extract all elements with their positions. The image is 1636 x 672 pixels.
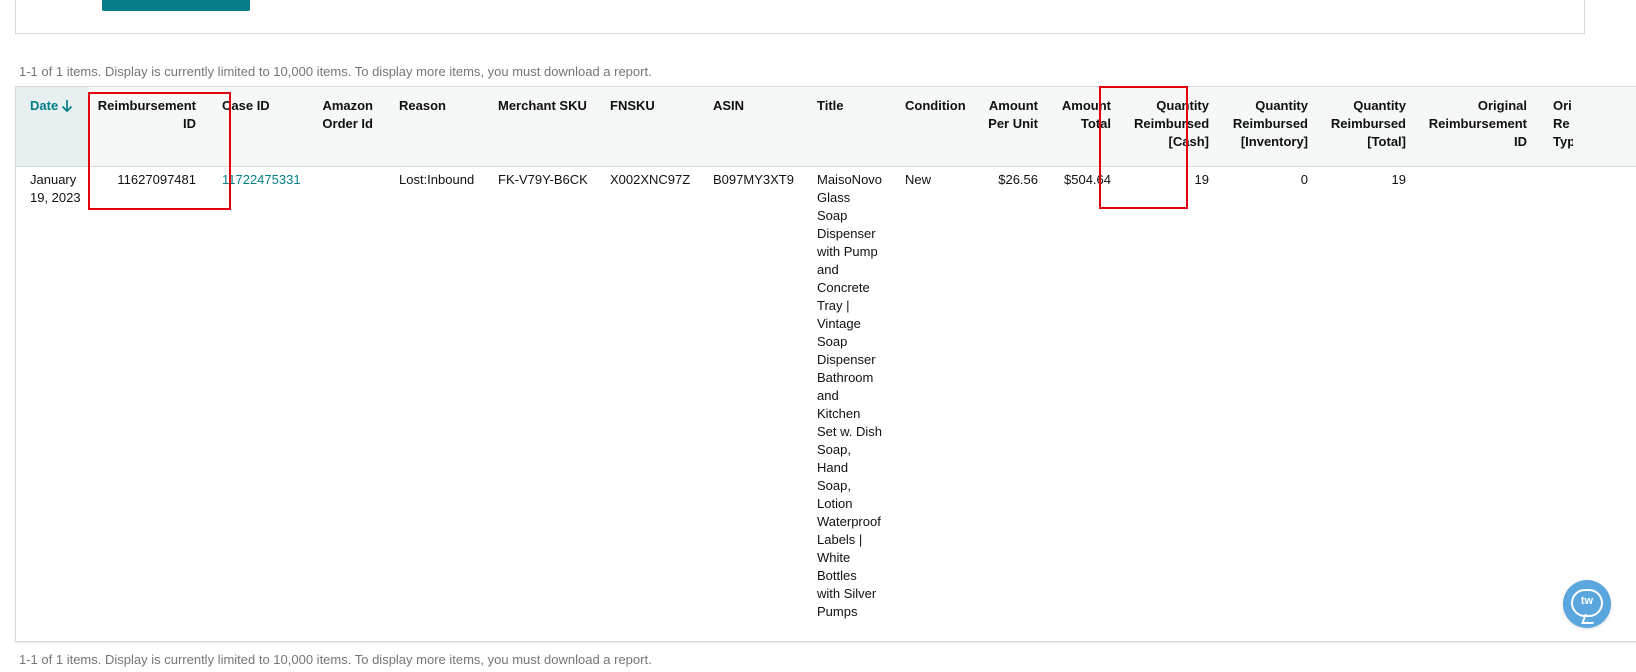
chat-bubble-tail [1581,614,1597,624]
column-header-fnsku[interactable]: FNSKU [610,97,655,115]
column-header-date[interactable]: Date [30,97,74,115]
panel-action-button[interactable] [102,0,250,11]
cell-quantity-reimbursed-total: 19 [1391,172,1406,187]
highlight-box-reimbursement-id [88,92,231,210]
column-header-date-label: Date [30,98,59,113]
cell-condition: New [905,172,932,187]
column-header-quantity-reimbursed-inventory[interactable]: Quantity Reimbursed [Inventory] [1226,97,1308,151]
cell-date: January 19, 2023 [30,172,81,205]
column-header-amount-per-unit[interactable]: Amount Per Unit [981,97,1038,133]
column-header-amazon-order-id[interactable]: Amazon Order Id [316,97,373,133]
column-header-reason[interactable]: Reason [399,97,446,115]
case-id-link[interactable]: 11722475331 [222,171,301,189]
column-header-merchant-sku[interactable]: Merchant SKU [498,97,587,115]
cell-reason: Lost:Inbound [399,172,475,187]
results-summary-top: 1-1 of 1 items. Display is currently lim… [19,64,652,79]
cell-quantity-reimbursed-inventory: 0 [1300,172,1308,187]
column-header-original-reimbursement-id[interactable]: Original Reimbursement ID [1426,97,1527,151]
column-header-case-id[interactable]: Case ID [222,97,292,115]
column-header-title[interactable]: Title [817,97,844,115]
previous-panel [15,0,1585,34]
cell-fnsku: X002XNC97Z [610,172,691,187]
arrow-down-icon [62,100,73,113]
column-header-condition[interactable]: Condition [905,97,966,115]
column-header-original-reimbursement-type[interactable]: Ori Re Typ [1553,97,1573,151]
cell-title: MaisoNovo Glass Soap Dispenser with Pump… [817,172,883,619]
chat-bubble-icon[interactable]: tw [1563,580,1611,628]
reimbursements-table: Date Reimbursement ID Case ID Amazon Ord… [15,86,1636,642]
column-header-asin[interactable]: ASIN [713,97,744,115]
chat-widget-text: tw [1580,595,1594,607]
cell-merchant-sku: FK-V79Y-B6CK [498,172,588,187]
results-summary-bottom: 1-1 of 1 items. Display is currently lim… [19,652,652,667]
highlight-box-amount-total [1099,86,1188,209]
cell-amount-per-unit: $26.56 [998,172,1038,187]
cell-asin: B097MY3XT9 [713,172,794,187]
column-header-quantity-reimbursed-total[interactable]: Quantity Reimbursed [Total] [1326,97,1406,151]
